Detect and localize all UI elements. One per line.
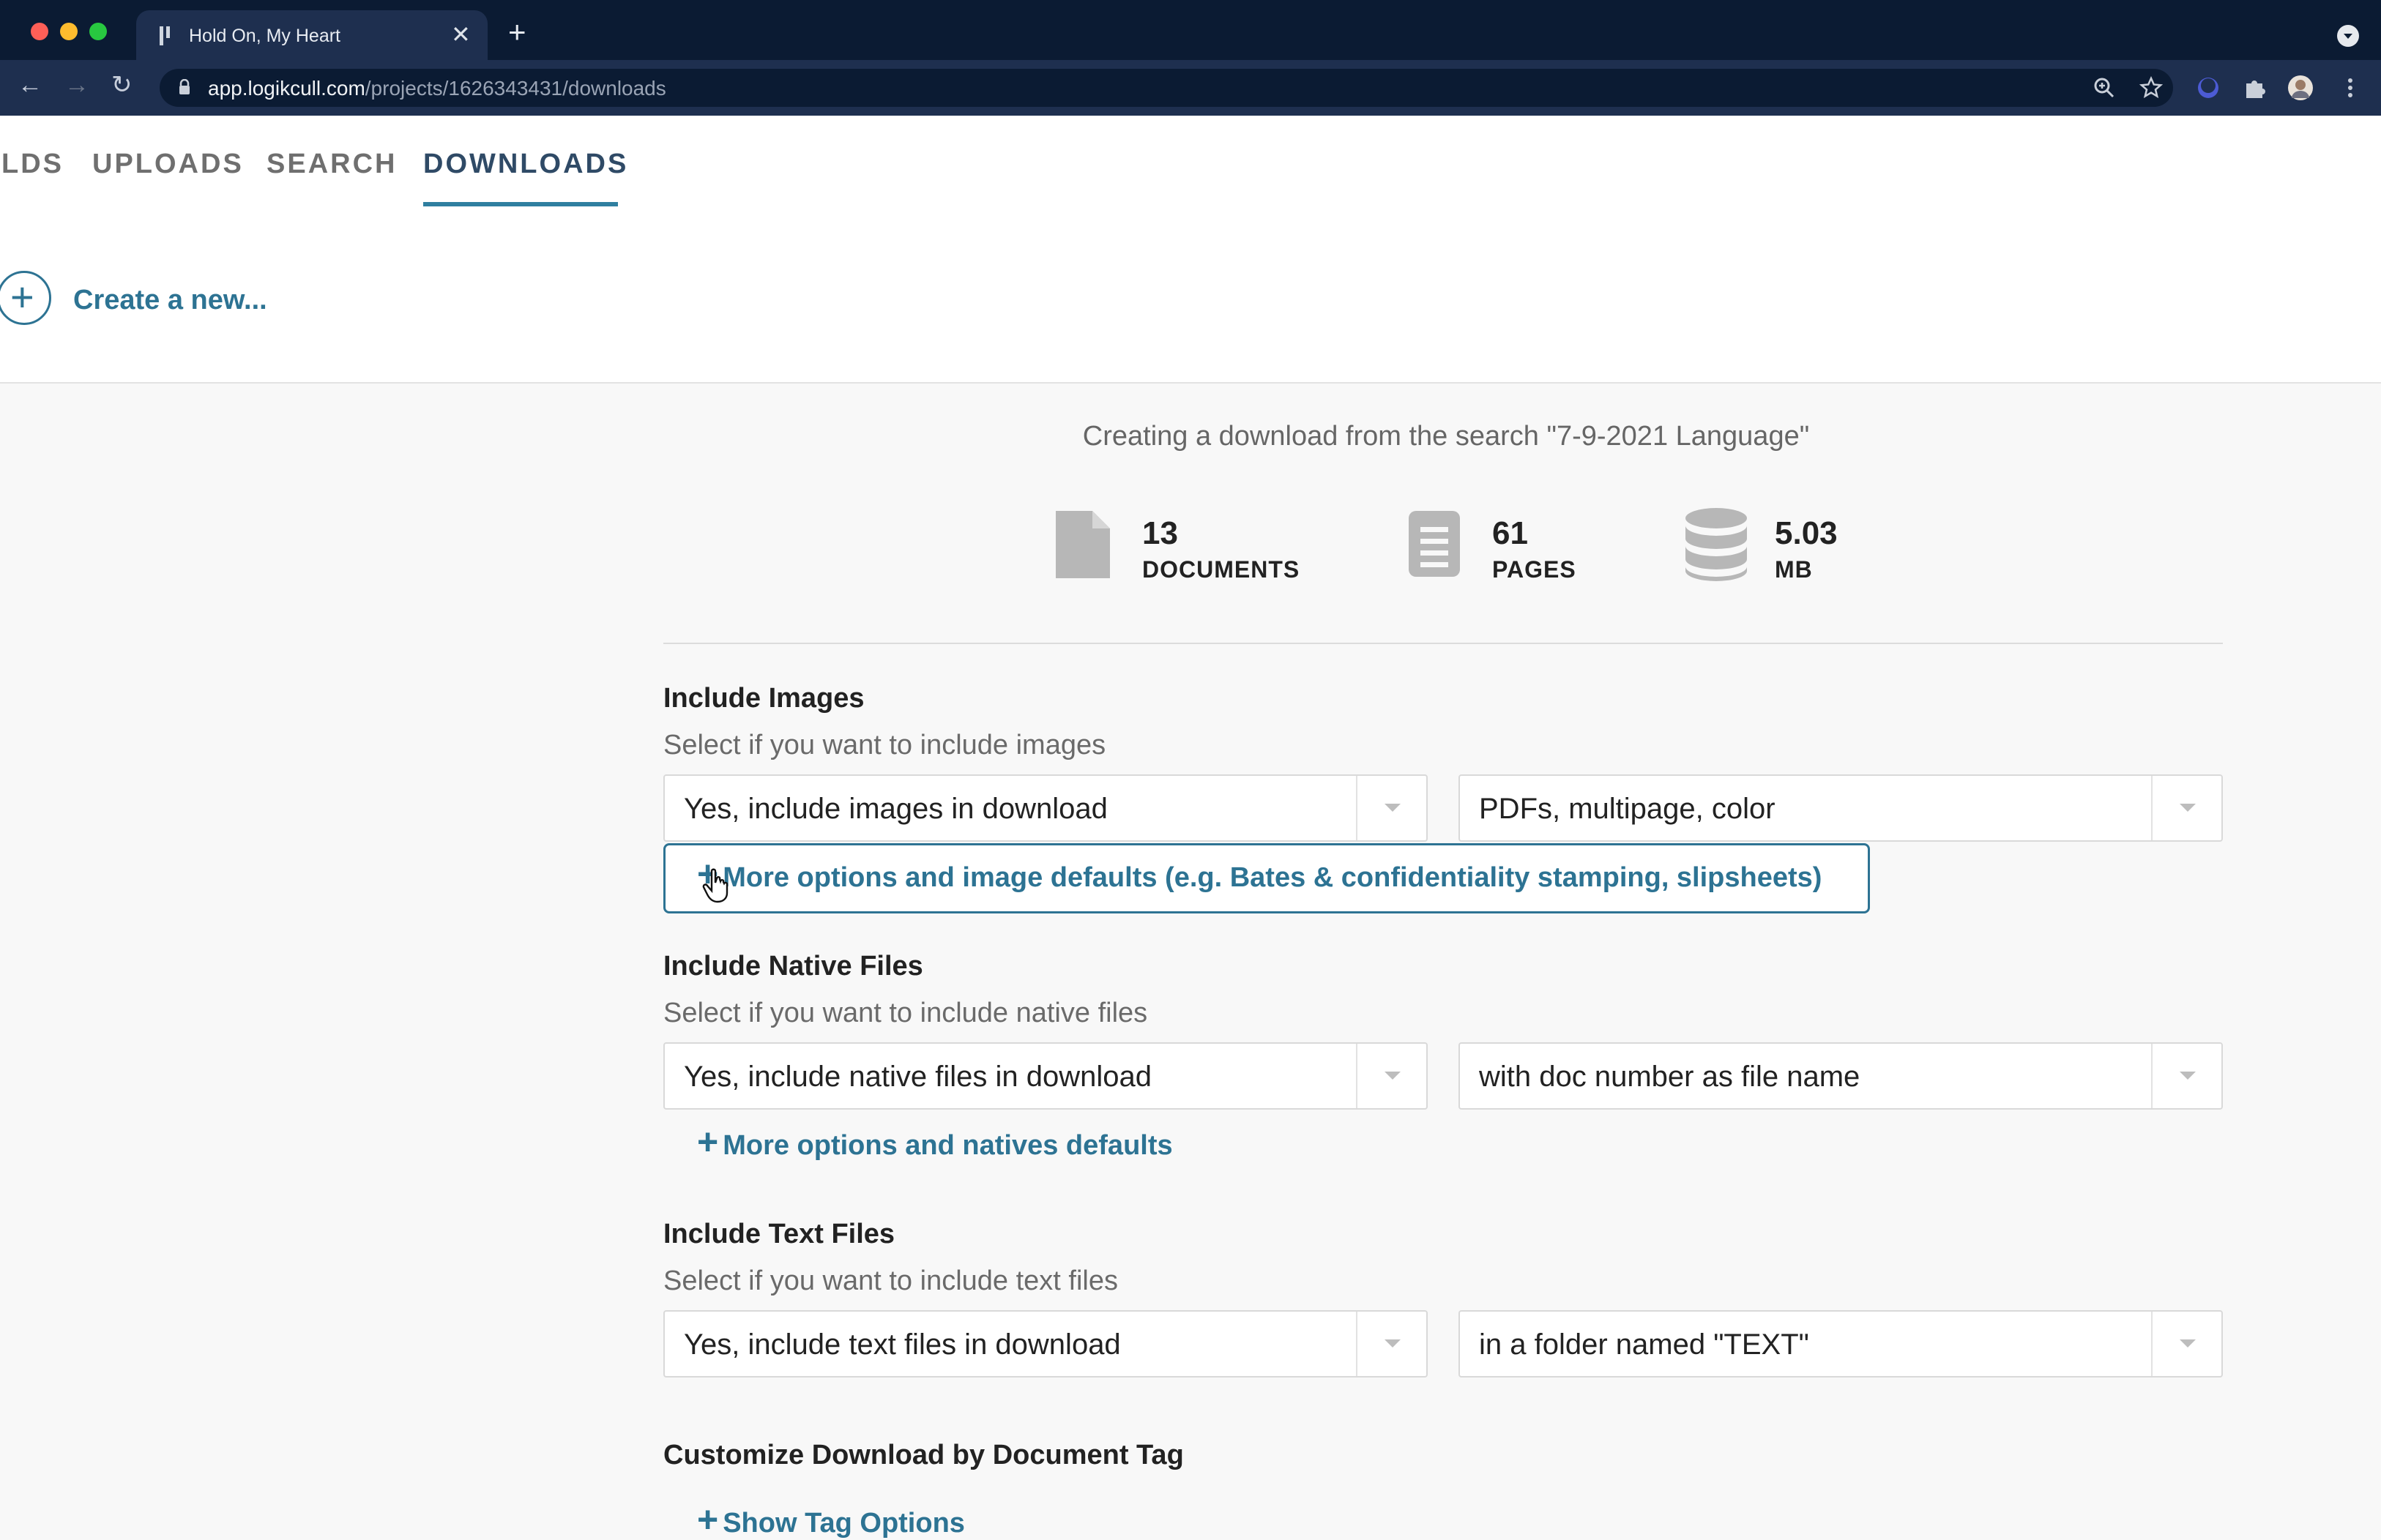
show-tag-options-link[interactable]: + Show Tag Options (697, 1501, 965, 1539)
database-icon (1685, 508, 1747, 581)
tab-uploads[interactable]: UPLOADS (92, 148, 244, 180)
window-minimize-button[interactable] (60, 23, 78, 40)
download-source-text: Creating a download from the search "7-9… (1082, 421, 1810, 452)
text-folder-value: in a folder named "TEXT" (1479, 1328, 1809, 1361)
forward-button[interactable]: → (64, 70, 89, 100)
pages-count: 61 (1492, 515, 1528, 551)
url-path: /projects/1626343431/downloads (365, 77, 666, 100)
bookmark-star-icon[interactable] (2139, 76, 2163, 100)
app-header: LDS UPLOADS SEARCH DOWNLOADS (0, 116, 2381, 208)
browser-menu-icon[interactable] (2337, 75, 2363, 101)
tab-downloads[interactable]: DOWNLOADS (423, 148, 628, 180)
documents-count: 13 (1142, 515, 1178, 551)
pages-label: PAGES (1492, 556, 1576, 583)
include-text-help: Select if you want to include text files (663, 1266, 1118, 1296)
logikcull-favicon-icon (160, 26, 170, 45)
url-text: app.logikcull.com/projects/1626343431/do… (208, 78, 666, 100)
profile-avatar[interactable] (2287, 75, 2314, 101)
summary-divider (663, 643, 2223, 644)
natives-include-select[interactable]: Yes, include native files in download (663, 1042, 1428, 1110)
plus-icon: + (697, 1121, 719, 1162)
back-button[interactable]: ← (18, 70, 42, 100)
natives-more-options-label: More options and natives defaults (723, 1130, 1173, 1161)
natives-more-options-link[interactable]: + More options and natives defaults (697, 1124, 1173, 1162)
image-more-options-link[interactable]: + More options and image defaults (e.g. B… (697, 856, 1822, 894)
url-host: app.logikcull.com (208, 77, 365, 100)
images-format-select[interactable]: PDFs, multipage, color (1458, 774, 2223, 842)
new-tab-button[interactable]: + (508, 17, 526, 48)
plus-icon: + (10, 274, 34, 320)
document-icon (1056, 511, 1110, 578)
plus-icon: + (697, 1499, 719, 1540)
customize-tag-heading: Customize Download by Document Tag (663, 1440, 1184, 1470)
dropdown-caret-icon[interactable] (1356, 776, 1426, 840)
images-include-select[interactable]: Yes, include images in download (663, 774, 1428, 842)
lock-icon (179, 79, 190, 94)
hand-cursor-icon (702, 868, 729, 903)
chevron-down-icon (2344, 34, 2352, 39)
browser-tab[interactable]: Hold On, My Heart ✕ (136, 10, 488, 60)
dropdown-caret-icon[interactable] (2151, 776, 2221, 840)
tab-holds[interactable]: LDS (1, 148, 64, 180)
address-bar[interactable]: app.logikcull.com/projects/1626343431/do… (160, 69, 2173, 107)
dropdown-caret-icon[interactable] (1356, 1312, 1426, 1376)
tab-search-button[interactable] (2337, 25, 2359, 47)
extensions-puzzle-icon[interactable] (2242, 75, 2268, 101)
zoom-icon[interactable] (2093, 76, 2116, 100)
natives-include-value: Yes, include native files in download (684, 1061, 1152, 1093)
window-zoom-button[interactable] (89, 23, 107, 40)
dropdown-caret-icon[interactable] (1356, 1044, 1426, 1108)
include-images-help: Select if you want to include images (663, 730, 1106, 760)
tab-title: Hold On, My Heart (189, 26, 341, 46)
images-format-value: PDFs, multipage, color (1479, 793, 1775, 825)
include-text-heading: Include Text Files (663, 1219, 895, 1249)
browser-tab-strip: Hold On, My Heart ✕ + (0, 0, 2381, 60)
include-natives-heading: Include Native Files (663, 951, 923, 982)
dropdown-caret-icon[interactable] (2151, 1312, 2221, 1376)
tab-close-icon[interactable]: ✕ (451, 22, 471, 47)
image-more-options-label: More options and image defaults (e.g. Ba… (723, 862, 1822, 893)
text-include-select[interactable]: Yes, include text files in download (663, 1310, 1428, 1378)
include-images-heading: Include Images (663, 683, 865, 714)
natives-naming-value: with doc number as file name (1479, 1061, 1860, 1093)
include-natives-help: Select if you want to include native fil… (663, 998, 1148, 1028)
show-tag-options-label: Show Tag Options (723, 1508, 965, 1539)
size-value: 5.03 (1775, 515, 1838, 551)
create-bar: + Create a new... (0, 206, 2381, 384)
images-include-value: Yes, include images in download (684, 793, 1108, 825)
extension-circle-icon[interactable] (2195, 75, 2221, 101)
dropdown-caret-icon[interactable] (2151, 1044, 2221, 1108)
size-unit-label: MB (1775, 556, 1813, 583)
documents-label: DOCUMENTS (1142, 556, 1300, 583)
window-close-button[interactable] (31, 23, 48, 40)
text-folder-select[interactable]: in a folder named "TEXT" (1458, 1310, 2223, 1378)
reload-button[interactable]: ↻ (111, 70, 133, 100)
natives-naming-select[interactable]: with doc number as file name (1458, 1042, 2223, 1110)
pages-icon (1409, 511, 1460, 577)
create-new-button[interactable]: Create a new... (73, 284, 267, 316)
text-include-value: Yes, include text files in download (684, 1328, 1121, 1361)
tab-search[interactable]: SEARCH (267, 148, 397, 180)
